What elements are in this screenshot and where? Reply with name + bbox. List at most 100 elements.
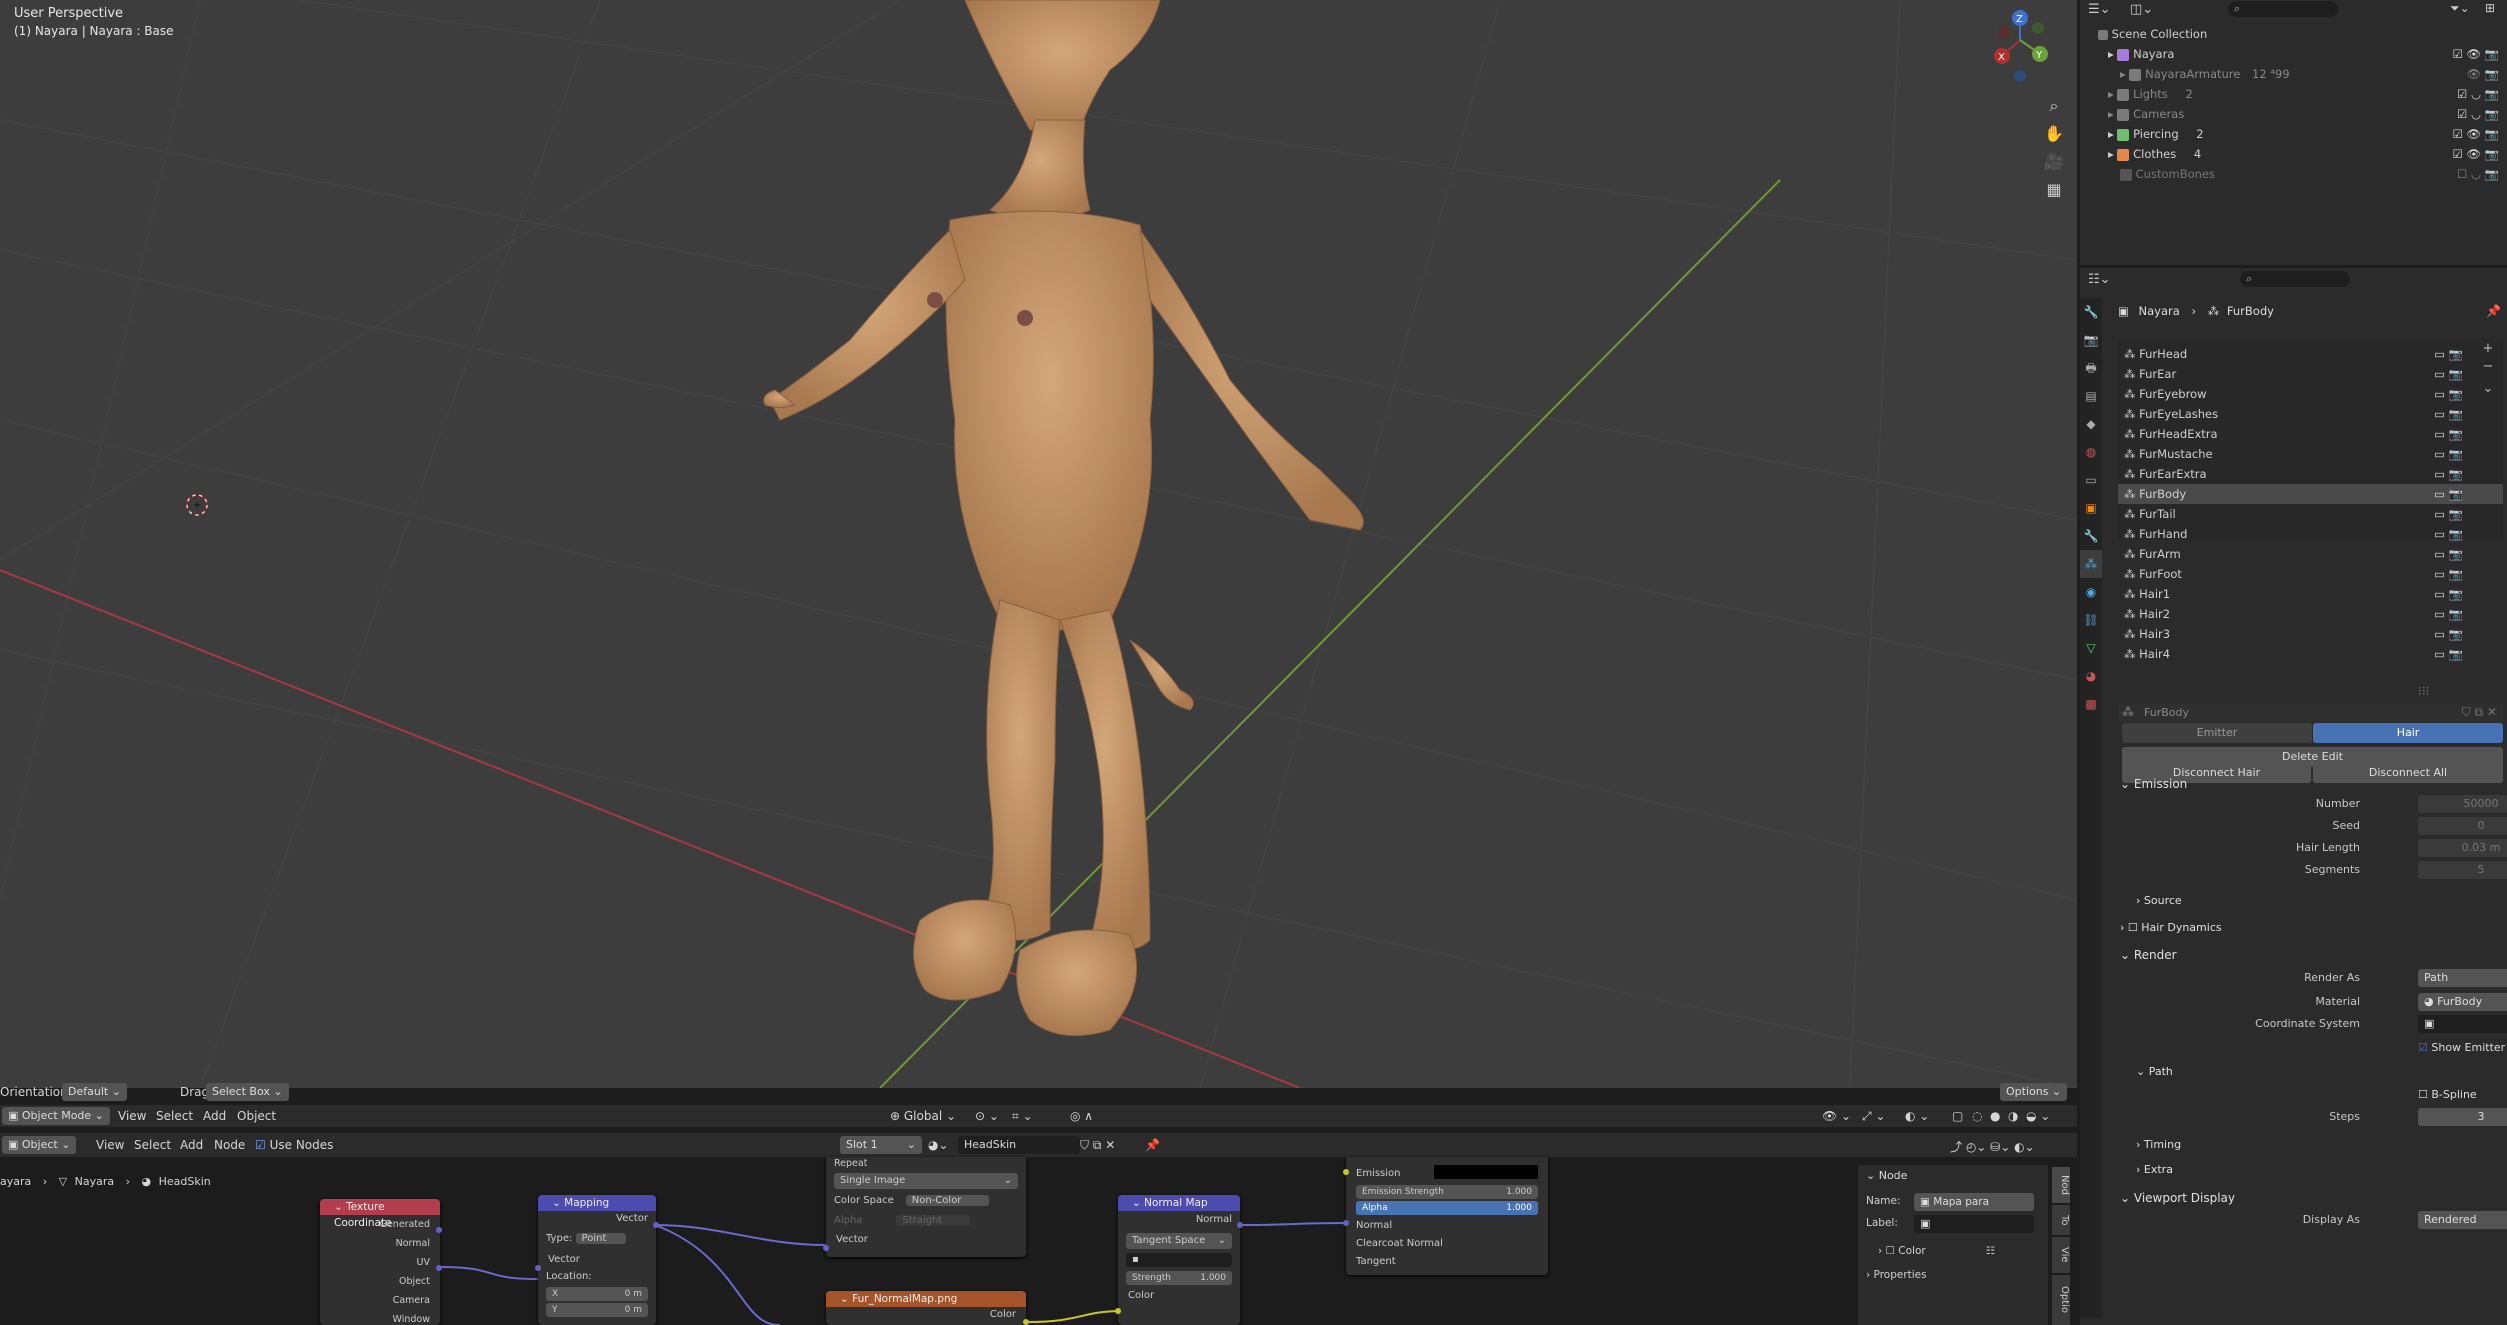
emission-strength-field[interactable]: Emission Strength 1.000 — [1356, 1185, 1538, 1199]
particle-list-item[interactable]: ⁂ FurArm ▭ 📷 — [2118, 544, 2503, 564]
node-menu-select[interactable]: Select — [134, 1138, 171, 1152]
properties-subpanel[interactable]: › Properties — [1866, 1269, 1927, 1281]
sidebar-tab-view[interactable]: Vie — [2052, 1237, 2070, 1273]
pivot-icon[interactable]: ⊙ ⌄ — [975, 1109, 999, 1123]
properties-editor-icon[interactable]: ☷⌄ — [2088, 272, 2111, 287]
location-x-field[interactable]: X 0 m — [546, 1287, 648, 1301]
camera-view-icon[interactable]: 🎥 — [2042, 148, 2066, 176]
outliner-item-nayara[interactable]: ▸ Nayara ☑ 👁 📷 — [2080, 44, 2507, 64]
node-menu-add[interactable]: Add — [180, 1138, 203, 1152]
display-mode-icon[interactable]: ◫⌄ — [2130, 2, 2153, 17]
sidebar-tab-tool[interactable]: To — [2052, 1205, 2070, 1235]
pin-icon[interactable]: 📌 — [2486, 304, 2501, 318]
outliner-item-clothes[interactable]: ▸ Clothes 4 ☑ 👁 📷 — [2080, 144, 2507, 164]
visibility-controls[interactable]: ☑ ◡ 📷 — [2457, 84, 2499, 104]
visibility-controls[interactable]: ▭ 📷 — [2434, 644, 2463, 664]
visibility-controls[interactable]: ☑ ◡ 📷 — [2457, 104, 2499, 124]
alpha-mode-dropdown[interactable]: Straight — [896, 1215, 971, 1226]
new-collection-icon[interactable]: ⊞ — [2485, 1, 2495, 15]
hair-dynamics-panel[interactable]: › ☐ Hair Dynamics — [2120, 917, 2497, 939]
socket[interactable] — [436, 1227, 442, 1233]
specials-menu-icon[interactable]: ⌄ — [2478, 380, 2498, 398]
constraint-tab-icon[interactable]: ⛓ — [2080, 606, 2102, 634]
particle-settings-field[interactable]: ⁂ FurBody ⛉ ⧉ ✕ — [2118, 704, 2503, 722]
particle-list-item[interactable]: ⁂ Hair1 ▭ 📷 — [2118, 584, 2503, 604]
remove-particle-icon[interactable]: − — [2478, 358, 2498, 376]
socket[interactable] — [1343, 1220, 1349, 1226]
socket[interactable] — [1237, 1222, 1243, 1228]
use-nodes-checkbox[interactable]: ☑ Use Nodes — [255, 1138, 333, 1152]
outliner-item-piercing[interactable]: ▸ Piercing 2 ☑ 👁 📷 — [2080, 124, 2507, 144]
list-resize-handle[interactable]: ⁝⁝⁝ — [2418, 684, 2429, 698]
particle-list-item[interactable]: ⁂ Hair2 ▭ 📷 — [2118, 604, 2503, 624]
visibility-controls[interactable]: ☑ 👁 📷 — [2452, 44, 2499, 64]
socket[interactable] — [653, 1222, 659, 1228]
visibility-controls[interactable]: ▭ 📷 — [2434, 604, 2463, 624]
outliner-editor-icon[interactable]: ☰⌄ — [2088, 2, 2111, 17]
pin-icon[interactable]: 📌 — [1145, 1138, 1160, 1152]
display-as-dropdown[interactable]: Rendered⌄ — [2418, 1211, 2507, 1229]
socket[interactable] — [823, 1245, 829, 1251]
node-menu-view[interactable]: View — [96, 1138, 124, 1152]
collection-tab-icon[interactable]: ▭ — [2080, 466, 2102, 494]
viewport-display-panel-header[interactable]: ⌄ Viewport Display — [2120, 1187, 2497, 1209]
shading-wireframe-icon[interactable]: ◌ — [1972, 1109, 1982, 1123]
sidebar-tab-options[interactable]: Optio — [2052, 1275, 2070, 1325]
outliner-item-custombones[interactable]: CustomBones ☐ ◡ 📷 — [2080, 164, 2507, 184]
visibility-controls[interactable]: ▭ 📷 — [2434, 624, 2463, 644]
node-menu-node[interactable]: Node — [214, 1138, 245, 1152]
slot-dropdown[interactable]: Slot 1 ⌄ — [840, 1136, 922, 1154]
snap-icon[interactable]: ⌗ ⌄ — [1012, 1109, 1033, 1124]
socket[interactable] — [1343, 1169, 1349, 1175]
visibility-controls[interactable]: ▭ 📷 — [2434, 344, 2463, 364]
outliner-scene-collection[interactable]: Scene Collection — [2080, 24, 2507, 44]
material-name-field[interactable]: HeadSkin — [958, 1136, 1080, 1154]
visibility-controls[interactable]: ▭ 📷 — [2434, 524, 2463, 544]
overlay-toggle-icon[interactable]: ◐ ⌄ — [1905, 1109, 1929, 1123]
show-emitter-checkbox[interactable]: ☑ Show Emitter — [2418, 1041, 2505, 1054]
visibility-controls[interactable]: ▭ 📷 — [2434, 564, 2463, 584]
xray-icon[interactable]: ▢ — [1952, 1109, 1963, 1123]
visibility-controls[interactable]: ▭ 📷 — [2434, 544, 2463, 564]
ortho-grid-icon[interactable]: ▦ — [2042, 176, 2066, 204]
tool-tab-icon[interactable]: 🔧 — [2080, 298, 2102, 326]
modifier-tab-icon[interactable]: 🔧 — [2080, 522, 2102, 550]
timing-subpanel[interactable]: › Timing — [2136, 1134, 2497, 1156]
add-particle-icon[interactable]: + — [2478, 340, 2498, 358]
node-label-field[interactable]: ▣ — [1914, 1215, 2034, 1233]
output-tab-icon[interactable]: 🖶 — [2080, 354, 2102, 382]
shading-solid-icon[interactable]: ● — [1990, 1109, 2000, 1123]
physics-tab-icon[interactable]: ◉ — [2080, 578, 2102, 606]
material-actions-icon[interactable]: ⛉ ⧉ ✕ — [1080, 1138, 1115, 1153]
render-panel-header[interactable]: ⌄ Render — [2120, 944, 2497, 966]
material-tab-icon[interactable]: ◕ — [2080, 662, 2102, 690]
options-dropdown[interactable]: Options ⌄ — [2000, 1083, 2068, 1101]
source-subpanel[interactable]: › Source — [2136, 890, 2497, 912]
number-field[interactable]: 50000 — [2418, 795, 2507, 813]
3d-viewport[interactable]: Z X Y User Perspective (1) Nayara | Naya… — [0, 0, 2077, 1088]
node-mapping[interactable]: ⌄ Mapping Vector Type: Point Vector Loca… — [538, 1195, 656, 1325]
shading-rendered-icon[interactable]: ◒ ⌄ — [2026, 1109, 2050, 1123]
filter-icon[interactable]: ⏷⌄ — [2450, 1, 2470, 16]
bspline-checkbox[interactable]: ☐ B-Spline — [2418, 1088, 2477, 1101]
visibility-controls[interactable]: ▭ 📷 — [2434, 584, 2463, 604]
texture-tab-icon[interactable]: ▩ — [2080, 690, 2102, 718]
socket[interactable] — [1023, 1319, 1029, 1325]
outliner-item-lights[interactable]: ▸ Lights 2 ☑ ◡ 📷 — [2080, 84, 2507, 104]
zoom-icon[interactable]: ⌕ — [2042, 92, 2066, 120]
material-dropdown[interactable]: ◕ FurBody⌄ — [2418, 993, 2507, 1011]
render-as-dropdown[interactable]: Path⌄ — [2418, 969, 2507, 987]
material-browse-icon[interactable]: ◕⌄ — [928, 1138, 949, 1152]
extra-subpanel[interactable]: › Extra — [2136, 1159, 2497, 1181]
drag-dropdown[interactable]: Select Box ⌄ — [206, 1083, 289, 1101]
node-image-texture[interactable]: Repeat Single Image ⌄ Color Space Non-Colo… — [826, 1157, 1026, 1257]
object-tab-icon[interactable]: ▣ — [2080, 494, 2102, 522]
scene-tab-icon[interactable]: ◆ — [2080, 410, 2102, 438]
location-y-field[interactable]: Y 0 m — [546, 1303, 648, 1317]
uv-map-field[interactable]: ▪ — [1126, 1253, 1232, 1267]
outliner-search-input[interactable]: ⌕ — [2228, 1, 2338, 17]
proportional-edit-icon[interactable]: ◎ ∧ — [1070, 1109, 1093, 1123]
pan-hand-icon[interactable]: ✋ — [2042, 120, 2066, 148]
sidebar-tab-node[interactable]: Nod — [2052, 1167, 2070, 1203]
socket[interactable] — [535, 1265, 541, 1271]
